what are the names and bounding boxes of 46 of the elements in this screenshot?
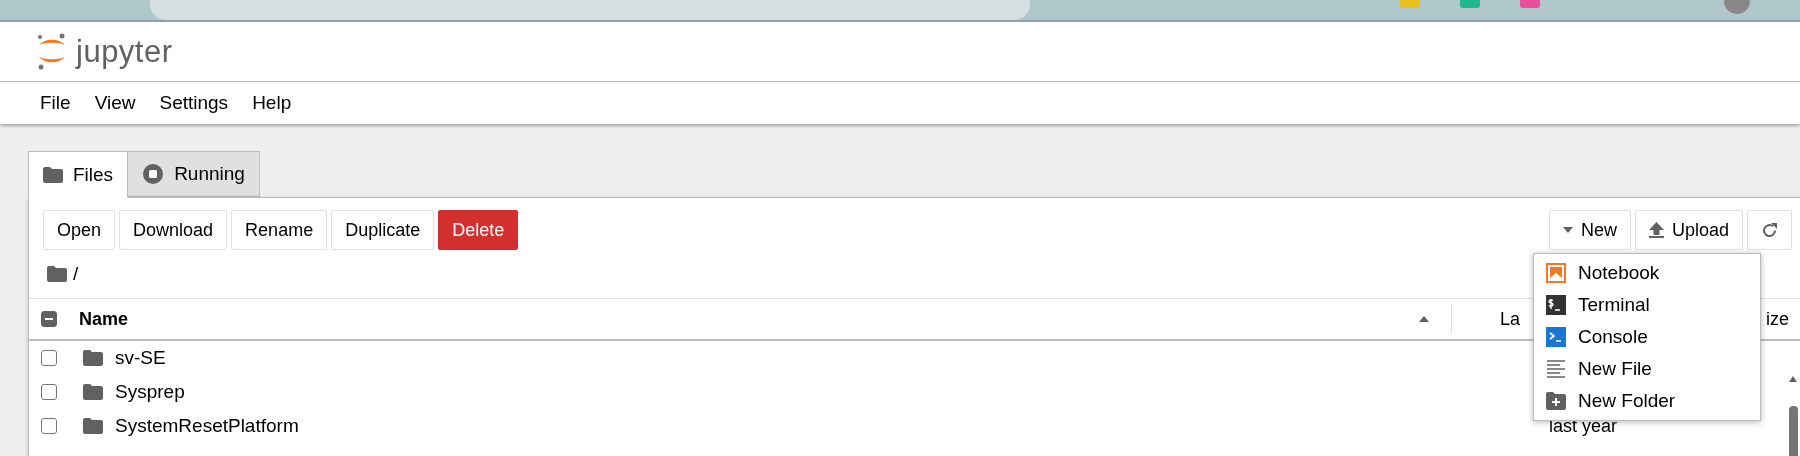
- toolbar-button[interactable]: Download: [119, 210, 228, 250]
- tab[interactable]: Running: [127, 151, 260, 197]
- breadcrumb-link[interactable]: /: [73, 263, 79, 285]
- row-checkbox[interactable]: [41, 384, 57, 400]
- new-folder-icon: [1546, 392, 1566, 410]
- file-name[interactable]: sv-SE: [115, 347, 166, 369]
- toolbar-button[interactable]: Rename: [231, 210, 328, 250]
- menu-item[interactable]: Console: [1534, 321, 1760, 353]
- row-checkbox[interactable]: [41, 350, 57, 366]
- file-name[interactable]: Sysprep: [115, 381, 185, 403]
- menu-item[interactable]: New Folder: [1534, 385, 1760, 417]
- menu-item[interactable]: Terminal: [1534, 289, 1760, 321]
- toolbar-button[interactable]: Open: [43, 210, 116, 250]
- menu-item[interactable]: New File: [1534, 353, 1760, 385]
- menu-item[interactable]: Notebook: [1534, 257, 1760, 289]
- column-header[interactable]: La: [1500, 308, 1521, 329]
- new-button[interactable]: New: [1548, 210, 1631, 250]
- upload-button[interactable]: Upload: [1634, 210, 1743, 250]
- console-icon: [1546, 327, 1566, 347]
- notebook-icon: [1546, 263, 1566, 283]
- menu-item[interactable]: View: [84, 92, 146, 114]
- text-file-icon: [1546, 359, 1566, 379]
- menu-item[interactable]: Help: [242, 92, 302, 114]
- refresh-button[interactable]: [1747, 210, 1792, 250]
- menu-item[interactable]: File: [30, 92, 81, 114]
- logo-text: jupyter: [76, 33, 173, 70]
- select-all-checkbox[interactable]: [41, 311, 57, 327]
- upload-icon: [1648, 222, 1664, 238]
- folder-icon: [83, 418, 103, 434]
- folder-icon: [83, 384, 103, 400]
- toolbar-button[interactable]: Duplicate: [331, 210, 435, 250]
- refresh-icon: [1761, 221, 1778, 239]
- modified-date: last year: [1549, 415, 1618, 436]
- folder-icon: [83, 350, 103, 366]
- folder-icon: [47, 266, 67, 282]
- column-header[interactable]: Name: [79, 308, 1419, 330]
- column-header[interactable]: ize: [1766, 308, 1789, 329]
- delete-button[interactable]: Delete: [438, 210, 519, 250]
- folder-icon: [43, 166, 63, 183]
- row-checkbox[interactable]: [41, 418, 57, 434]
- tab[interactable]: Files: [28, 151, 129, 198]
- caret-icon: [1562, 227, 1573, 233]
- terminal-icon: [1546, 295, 1566, 315]
- menu-item[interactable]: Settings: [149, 92, 239, 114]
- stop-circle-icon: [142, 163, 165, 185]
- file-name[interactable]: SystemResetPlatform: [115, 415, 299, 437]
